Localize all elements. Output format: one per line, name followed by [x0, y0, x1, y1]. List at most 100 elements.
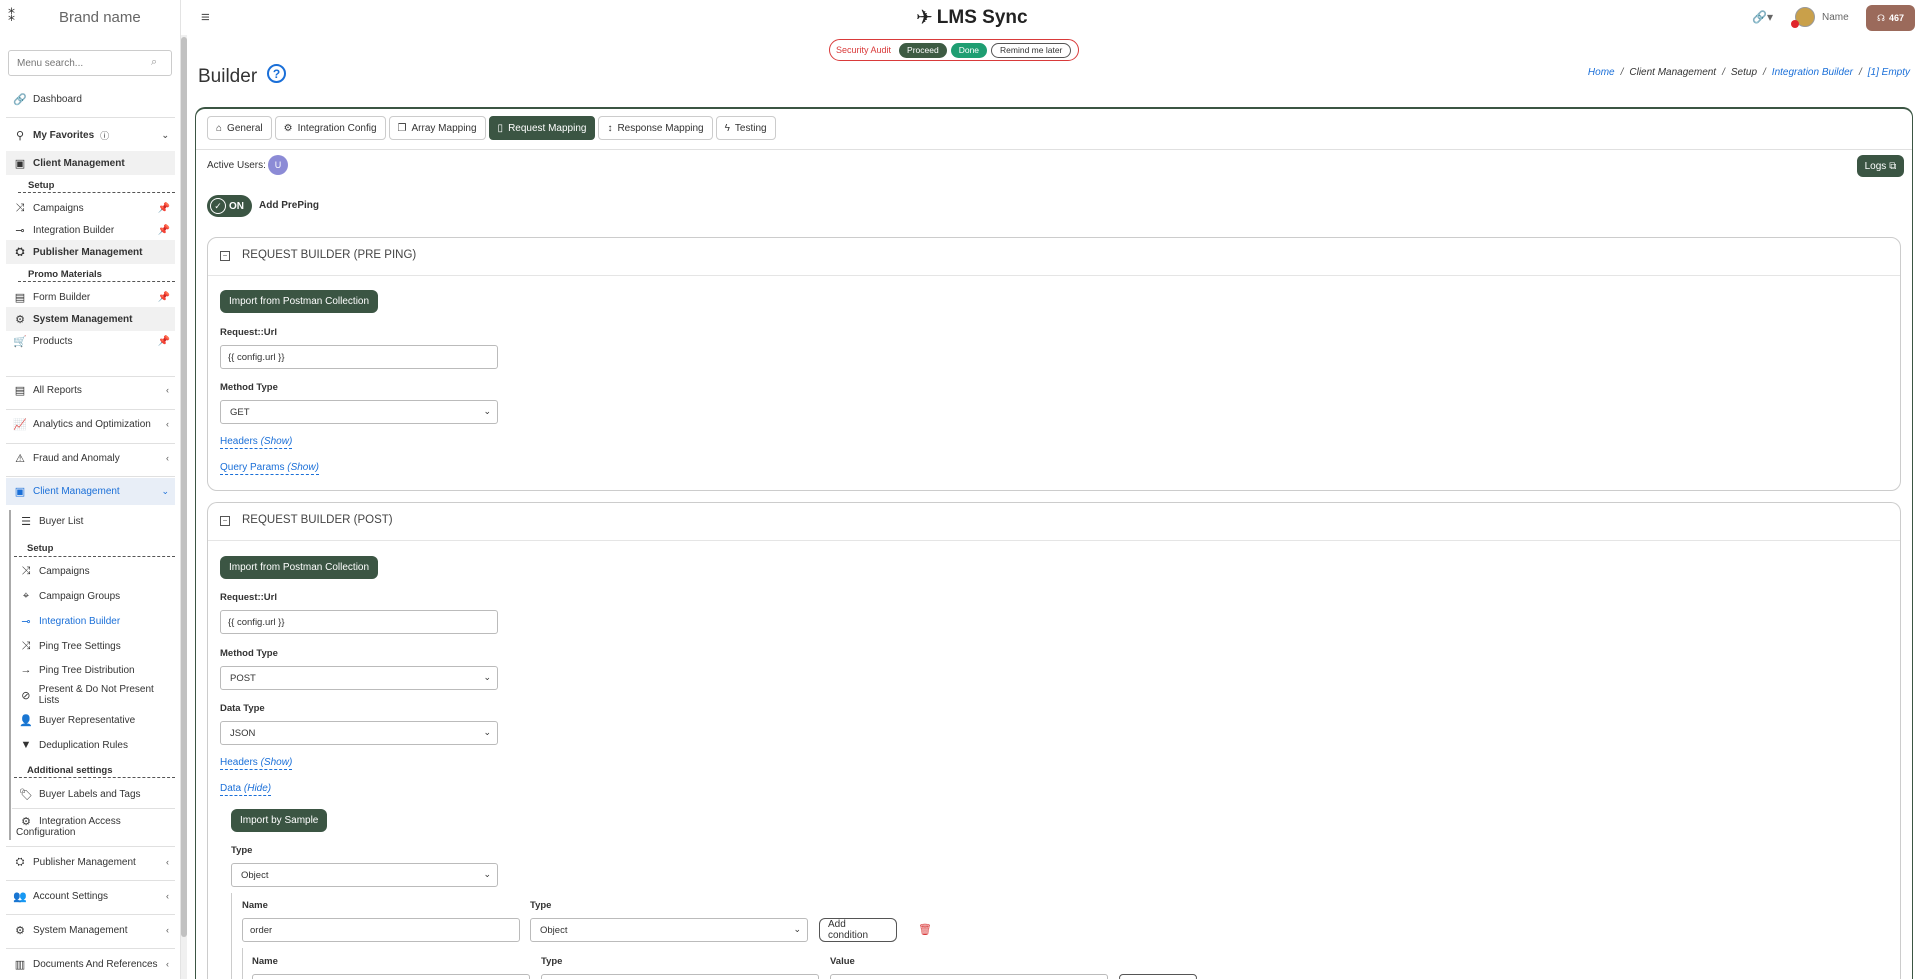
hamburger-menu-icon[interactable]: ≡ — [201, 9, 210, 26]
sidebar-item-labels-tags[interactable]: 🏷 Buyer Labels and Tags — [6, 782, 175, 806]
chevron-down-icon: ⌄ — [161, 486, 169, 496]
fav-integration-builder[interactable]: ⊸ Integration Builder 📌 — [6, 218, 175, 242]
sidebar-item-buyer-representative[interactable]: 👤 Buyer Representative — [6, 708, 175, 732]
link-dropdown-icon[interactable]: 🔗▾ — [1752, 10, 1773, 24]
post-method-label: Method Type — [220, 648, 278, 659]
gear-icon: ⚙ — [21, 815, 31, 828]
preping-panel-title: REQUEST BUILDER (PRE PING) — [242, 249, 417, 261]
preping-toggle-label: Add PrePing — [259, 200, 320, 211]
preping-url-input[interactable]: {{ config.url }} — [220, 345, 498, 369]
pin-icon[interactable]: 📌 — [158, 336, 170, 347]
tab-integration-config[interactable]: ⚙ Integration Config — [274, 116, 386, 140]
breadcrumb-integration[interactable]: Integration Builder — [1772, 67, 1853, 78]
sidebar-item-analytics[interactable]: 📈 Analytics and Optimization ‹ — [6, 411, 175, 437]
breadcrumb-home[interactable]: Home — [1588, 67, 1615, 78]
sidebar: ⁑ Brand name ⌕ 🔗Dashboard ⚲My Favorites … — [0, 0, 181, 979]
tab-array-mapping[interactable]: ❐ Array Mapping — [388, 116, 486, 140]
fav-publisher-management[interactable]: ⛭ Publisher Management — [6, 240, 175, 264]
field-type-select[interactable]: Object ⌄ — [530, 918, 808, 942]
sidebar-item-present-lists[interactable]: ⊘ Present & Do Not Present Lists — [6, 683, 175, 707]
divider — [12, 808, 175, 809]
file-icon: ▯ — [497, 122, 504, 134]
nested-value-input[interactable] — [830, 974, 1108, 979]
help-icon[interactable]: ? — [267, 64, 286, 83]
sidebar-scrollbar[interactable] — [181, 35, 187, 979]
fav-client-management[interactable]: ▣ Client Management — [6, 151, 175, 175]
post-data-toggle[interactable]: Data (Hide) — [220, 783, 272, 796]
fav-system-management[interactable]: ⚙ System Management — [6, 307, 175, 331]
preping-import-postman-button[interactable]: Import from Postman Collection — [220, 290, 379, 313]
chevron-down-icon: ⌄ — [483, 869, 491, 879]
dashed-divider — [14, 556, 175, 557]
add-condition-button[interactable]: Add condition — [819, 918, 897, 942]
chevron-left-icon: ‹ — [166, 959, 169, 969]
sidebar-item-fraud[interactable]: ⚠ Fraud and Anomaly ‹ — [6, 445, 175, 471]
preping-query-toggle[interactable]: Query Params (Show) — [220, 462, 319, 475]
divider — [6, 117, 175, 118]
tab-testing[interactable]: ϟ Testing — [715, 116, 776, 140]
collapse-icon[interactable]: − — [220, 251, 230, 261]
trash-icon[interactable]: 🗑 — [918, 923, 932, 936]
data-root-type-select[interactable]: Object ⌄ — [231, 863, 498, 887]
pin-icon[interactable]: 📌 — [158, 292, 170, 303]
post-url-input[interactable]: {{ config.url }} — [220, 610, 498, 634]
done-button[interactable]: Done — [950, 42, 988, 58]
sidebar-item-dashboard[interactable]: 🔗 Dashboard — [6, 87, 175, 111]
nested-name-input[interactable] — [252, 974, 530, 979]
fav-form-builder[interactable]: ▤ Form Builder 📌 — [6, 285, 175, 309]
chevron-down-icon: ⌄ — [483, 672, 491, 682]
sidebar-item-documents[interactable]: ▥ Documents And References ‹ — [6, 951, 175, 977]
pin-icon[interactable]: 📌 — [158, 203, 170, 214]
support-count-badge[interactable]: ☊ 467 — [1866, 5, 1915, 31]
sidebar-item-ping-tree-settings[interactable]: ⤨ Ping Tree Settings — [6, 634, 175, 658]
tab-request-mapping[interactable]: ▯ Request Mapping — [488, 116, 596, 140]
scrollbar-thumb[interactable] — [181, 37, 187, 937]
fav-products[interactable]: 🛒 Products 📌 — [6, 329, 175, 353]
field-type-label: Type — [530, 900, 552, 911]
sidebar-item-deduplication[interactable]: ▼ Deduplication Rules — [6, 733, 175, 757]
breadcrumb-current[interactable]: [1] Empty — [1868, 67, 1910, 78]
remind-later-button[interactable]: Remind me later — [991, 42, 1072, 58]
help-circle-icon: ⓘ — [100, 130, 110, 141]
sidebar-item-account-settings[interactable]: 👥 Account Settings ‹ — [6, 883, 175, 909]
preping-method-select[interactable]: GET ⌄ — [220, 400, 498, 424]
tab-general[interactable]: ⌂ General — [207, 116, 272, 140]
sidebar-item-campaigns[interactable]: ⤨ Campaigns — [6, 559, 175, 583]
home-icon: ⌂ — [216, 122, 223, 134]
chevron-left-icon: ‹ — [166, 857, 169, 867]
post-method-select[interactable]: POST ⌄ — [220, 666, 498, 690]
logs-button[interactable]: Logs ⧉ — [1857, 155, 1904, 177]
pin-icon: ⚲ — [15, 129, 25, 142]
chevron-down-icon: ⌄ — [483, 406, 491, 416]
sidebar-item-my-favorites[interactable]: ⚲ My Favorites ⓘ ⌄ — [6, 123, 175, 147]
preping-toggle[interactable]: ✓ ON — [207, 195, 252, 217]
sidebar-item-client-management[interactable]: ▣ Client Management ⌄ — [6, 478, 175, 505]
active-user-avatar[interactable]: U — [268, 155, 288, 175]
sidebar-item-buyer-list[interactable]: ☰ Buyer List — [6, 509, 175, 533]
sidebar-item-all-reports[interactable]: ▤ All Reports ‹ — [6, 377, 175, 403]
notification-dot — [1791, 20, 1799, 28]
proceed-button[interactable]: Proceed — [899, 42, 947, 58]
nested-type-select[interactable] — [541, 974, 819, 979]
sidebar-item-system-management[interactable]: ⚙ System Management ‹ — [6, 917, 175, 943]
collapse-icon[interactable]: − — [220, 516, 230, 526]
sidebar-item-integration-builder[interactable]: ⊸ Integration Builder — [6, 609, 175, 633]
sidebar-item-campaign-groups[interactable]: ⌖ Campaign Groups — [6, 584, 175, 608]
sidebar-item-ping-tree-distribution[interactable]: → Ping Tree Distribution — [6, 658, 175, 682]
tab-response-mapping[interactable]: ↕ Response Mapping — [598, 116, 713, 140]
preping-headers-toggle[interactable]: Headers (Show) — [220, 436, 293, 449]
post-datatype-select[interactable]: JSON ⌄ — [220, 721, 498, 745]
menu-search-input[interactable] — [8, 50, 172, 76]
pin-icon[interactable]: 📌 — [158, 225, 170, 236]
user-name[interactable]: Name — [1822, 12, 1849, 23]
nested-add-condition-button[interactable] — [1119, 974, 1197, 979]
list-icon: ☰ — [21, 515, 31, 528]
import-by-sample-button[interactable]: Import by Sample — [231, 809, 328, 832]
post-headers-toggle[interactable]: Headers (Show) — [220, 757, 293, 770]
sitemap-icon: ⌖ — [22, 589, 30, 602]
field-name-input[interactable]: order — [242, 918, 520, 942]
breadcrumb: Home / Client Management / Setup / Integrat… — [1587, 67, 1910, 78]
post-import-postman-button[interactable]: Import from Postman Collection — [220, 556, 379, 579]
sidebar-item-publisher-management[interactable]: ⛭ Publisher Management ‹ — [6, 849, 175, 875]
fav-campaigns[interactable]: ⤨ Campaigns 📌 — [6, 196, 175, 220]
